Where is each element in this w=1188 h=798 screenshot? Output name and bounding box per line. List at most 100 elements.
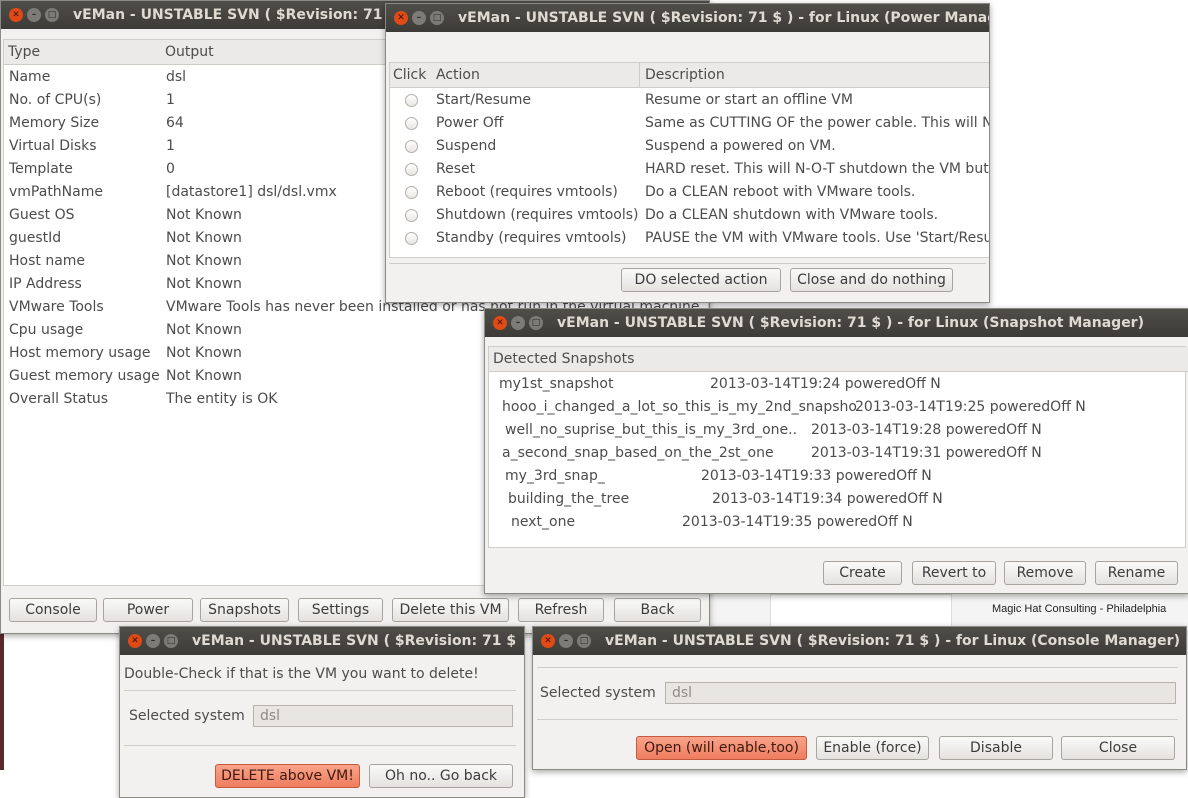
row-type-cell: Overall Status: [9, 391, 109, 407]
power-button[interactable]: Power: [103, 598, 193, 622]
row-type-cell: VMware Tools: [9, 299, 104, 315]
disable-button[interactable]: Disable: [939, 736, 1053, 760]
create-snapshot-button[interactable]: Create: [823, 561, 902, 585]
maximize-icon[interactable]: □: [164, 634, 178, 648]
row-type-cell: Host memory usage: [9, 345, 151, 361]
power-actions-table: Click Action Description Start/Resume Res…: [389, 62, 989, 258]
maximize-icon[interactable]: □: [529, 316, 543, 330]
snapshot-name: well_no_suprise_but_this_is_my_3rd_one..: [505, 422, 798, 438]
action-description-cell: Suspend a powered on VM.: [645, 138, 836, 154]
revert-to-snapshot-button[interactable]: Revert to: [912, 561, 996, 585]
action-description-cell: PAUSE the VM with VMware tools. Use 'Sta…: [645, 230, 989, 246]
snapshot-name: my_3rd_snap_: [505, 468, 605, 484]
action-radio[interactable]: [405, 209, 418, 222]
snapshot-row[interactable]: a_second_snap_based_on_the_2st_one 2013-0…: [489, 443, 1185, 466]
row-output-cell: [datastore1] dsl/dsl.vmx: [166, 184, 337, 200]
power-action-row[interactable]: Power Off Same as CUTTING OF the power ca…: [390, 113, 989, 136]
power-action-row[interactable]: Start/Resume Resume or start an offline V…: [390, 90, 989, 113]
row-output-cell: Not Known: [166, 276, 242, 292]
maximize-icon[interactable]: □: [45, 8, 59, 22]
snapshot-name: a_second_snap_based_on_the_2st_one: [502, 445, 774, 461]
col-description-header[interactable]: Description: [640, 63, 989, 88]
power-window-title: vEMan - UNSTABLE SVN ( $Revision: 71 $ )…: [458, 10, 989, 26]
console-selected-system-field[interactable]: dsl: [665, 682, 1176, 704]
enable-force-button[interactable]: Enable (force): [816, 736, 929, 760]
snapshots-button[interactable]: Snapshots: [200, 598, 289, 622]
minimize-icon[interactable]: –: [27, 8, 41, 22]
action-radio[interactable]: [405, 117, 418, 130]
maximize-icon[interactable]: □: [577, 634, 591, 648]
snapshot-row[interactable]: my_3rd_snap_ 2013-03-14T19:33 poweredOff …: [489, 466, 1185, 489]
row-type-cell: Name: [9, 69, 51, 85]
close-icon[interactable]: ✕: [394, 11, 408, 25]
console-selected-system-label: Selected system: [540, 685, 656, 701]
console-button[interactable]: Console: [9, 598, 97, 622]
action-radio[interactable]: [405, 163, 418, 176]
row-type-cell: Host name: [9, 253, 86, 269]
open-console-button[interactable]: Open (will enable,too): [636, 736, 807, 760]
power-action-row[interactable]: Reboot (requires vmtools) Do a CLEAN rebo…: [390, 182, 989, 205]
action-name-cell: Reset: [436, 161, 476, 177]
power-manager-window: ✕ – □ vEMan - UNSTABLE SVN ( $Revision: …: [385, 3, 990, 303]
row-type-cell: vmPathName: [9, 184, 103, 200]
close-icon[interactable]: ✕: [128, 634, 142, 648]
remove-snapshot-button[interactable]: Remove: [1004, 561, 1086, 585]
background-link-text: Magic Hat Consulting - Philadelphia: [992, 603, 1167, 615]
row-output-cell: dsl: [166, 69, 187, 85]
delete-vm-button[interactable]: DELETE above VM!: [215, 764, 360, 788]
snapshot-date: 2013-03-14T19:28 poweredOff N: [811, 422, 1042, 438]
delete-this-vm-button[interactable]: Delete this VM: [392, 598, 509, 622]
background-panel-line: [770, 594, 952, 630]
close-icon[interactable]: ✕: [9, 8, 23, 22]
snapshot-row[interactable]: well_no_suprise_but_this_is_my_3rd_one..…: [489, 420, 1185, 443]
console-manager-window: ✕ – □ vEMan - UNSTABLE SVN ( $Revision: …: [532, 626, 1187, 770]
close-icon[interactable]: ✕: [541, 634, 555, 648]
row-type-cell: Guest OS: [9, 207, 75, 223]
settings-button[interactable]: Settings: [298, 598, 383, 622]
minimize-icon[interactable]: –: [511, 316, 525, 330]
snapshot-row[interactable]: hooo_i_changed_a_lot_so_this_is_my_2nd_s…: [489, 397, 1185, 420]
power-titlebar: ✕ – □ vEMan - UNSTABLE SVN ( $Revision: …: [386, 4, 989, 32]
detected-snapshots-label: Detected Snapshots: [493, 351, 635, 367]
power-action-row[interactable]: Suspend Suspend a powered on VM.: [390, 136, 989, 159]
action-radio[interactable]: [405, 186, 418, 199]
detected-snapshots-header[interactable]: Detected Snapshots: [489, 347, 1188, 372]
col-type-header[interactable]: Type: [4, 40, 163, 65]
minimize-icon[interactable]: –: [146, 634, 160, 648]
close-and-do-nothing-button[interactable]: Close and do nothing: [790, 268, 953, 292]
action-radio[interactable]: [405, 140, 418, 153]
col-action-header[interactable]: Action: [431, 63, 640, 88]
row-type-cell: IP Address: [9, 276, 82, 292]
minimize-icon[interactable]: –: [412, 11, 426, 25]
snapshot-date: 2013-03-14T19:25 poweredOff N: [855, 399, 1086, 415]
power-separator: [389, 263, 986, 264]
refresh-button[interactable]: Refresh: [518, 598, 604, 622]
row-output-cell: 1: [166, 138, 175, 154]
snapshot-row[interactable]: building_the_tree 2013-03-14T19:34 powere…: [489, 489, 1185, 512]
snapshot-name: next_one: [511, 514, 576, 530]
power-action-row[interactable]: Shutdown (requires vmtools) Do a CLEAN sh…: [390, 205, 989, 228]
delete-titlebar: ✕ – □ vEMan - UNSTABLE SVN ( $Revision: …: [120, 627, 524, 655]
close-button[interactable]: Close: [1061, 736, 1175, 760]
minimize-icon[interactable]: –: [559, 634, 573, 648]
power-action-row[interactable]: Standby (requires vmtools) PAUSE the VM w…: [390, 228, 989, 251]
delete-confirm-window: ✕ – □ vEMan - UNSTABLE SVN ( $Revision: …: [119, 626, 525, 798]
snapshot-titlebar: ✕ – □ vEMan - UNSTABLE SVN ( $Revision: …: [485, 309, 1188, 337]
snapshot-row[interactable]: next_one 2013-03-14T19:35 poweredOff N: [489, 512, 1185, 535]
action-radio[interactable]: [405, 94, 418, 107]
action-name-cell: Suspend: [436, 138, 497, 154]
snapshot-name: hooo_i_changed_a_lot_so_this_is_my_2nd_s…: [502, 399, 857, 415]
action-name-cell: Reboot (requires vmtools): [436, 184, 618, 200]
delete-selected-system-field[interactable]: dsl: [253, 705, 513, 727]
go-back-button[interactable]: Oh no.. Go back: [369, 764, 513, 788]
do-selected-action-button[interactable]: DO selected action: [621, 268, 781, 292]
power-action-row[interactable]: Reset HARD reset. This will N-O-T shutdow…: [390, 159, 989, 182]
back-button[interactable]: Back: [614, 598, 701, 622]
rename-snapshot-button[interactable]: Rename: [1095, 561, 1178, 585]
row-type-cell: Guest memory usage: [9, 368, 160, 384]
col-click-header[interactable]: Click: [390, 63, 434, 88]
close-icon[interactable]: ✕: [493, 316, 507, 330]
maximize-icon[interactable]: □: [430, 11, 444, 25]
snapshot-row[interactable]: my1st_snapshot 2013-03-14T19:24 poweredOf…: [489, 374, 1185, 397]
action-radio[interactable]: [405, 232, 418, 245]
